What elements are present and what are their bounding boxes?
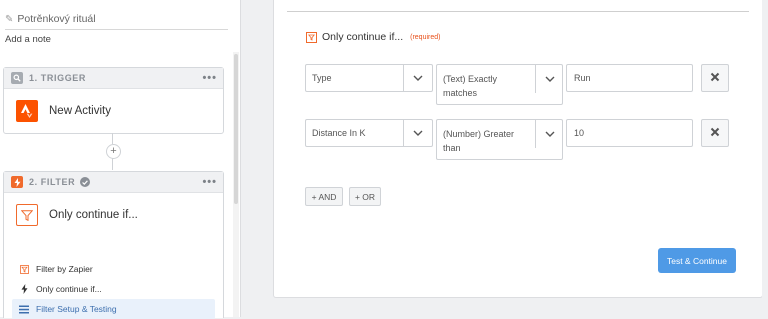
chevron-down-icon xyxy=(537,120,563,148)
trigger-search-icon xyxy=(11,72,23,84)
sidebar-scrollbar-thumb[interactable] xyxy=(234,54,238,204)
list-lines-icon xyxy=(18,305,30,314)
zap-editor-sidebar: ✎ Potrěnkový rituál Add a note 1. TRIGGE… xyxy=(0,0,241,319)
chevron-down-icon xyxy=(537,65,563,93)
add-and-condition-button[interactable]: + AND xyxy=(305,187,343,206)
trigger-more-options-button[interactable]: ••• xyxy=(202,72,217,84)
filter-funnel-icon xyxy=(16,204,38,226)
add-step-button[interactable]: + xyxy=(106,144,121,159)
select-divider xyxy=(403,120,404,146)
chevron-down-icon xyxy=(405,65,431,91)
remove-rule-button[interactable] xyxy=(701,119,729,147)
funnel-icon xyxy=(306,31,317,43)
filter-app-row[interactable]: Only continue if... xyxy=(4,193,223,237)
zap-name-field[interactable]: ✎ Potrěnkový rituál xyxy=(5,9,228,30)
test-and-continue-button[interactable]: Test & Continue xyxy=(658,248,736,273)
filter-step-header: 2. FILTER ••• xyxy=(4,172,223,193)
field-select-value: Distance In K xyxy=(312,128,366,138)
sub-item-label: Filter Setup & Testing xyxy=(36,304,117,314)
add-or-condition-button[interactable]: + OR xyxy=(349,187,381,206)
sub-item-label: Only continue if... xyxy=(36,284,102,294)
chevron-down-icon xyxy=(405,120,431,146)
required-label: (required) xyxy=(410,33,441,41)
close-icon xyxy=(710,69,720,87)
close-icon xyxy=(710,124,720,142)
step-connector-line xyxy=(112,133,113,144)
filter-step-card[interactable]: 2. FILTER ••• Only continue if... Filter… xyxy=(3,171,224,319)
remove-rule-button[interactable] xyxy=(701,64,729,92)
trigger-step-header: 1. TRIGGER ••• xyxy=(4,68,223,89)
pencil-icon: ✎ xyxy=(5,13,14,25)
sub-item-filter-setup-testing[interactable]: Filter Setup & Testing xyxy=(12,299,215,319)
filter-step-title: 2. FILTER xyxy=(29,177,76,187)
condition-select[interactable]: (Number) Greater than xyxy=(436,119,563,160)
trigger-step-title: 1. TRIGGER xyxy=(29,73,87,83)
panel-divider xyxy=(287,11,749,12)
trigger-app-label: New Activity xyxy=(49,105,111,117)
field-select[interactable]: Distance In K xyxy=(305,119,433,147)
sub-item-only-continue-if[interactable]: Only continue if... xyxy=(4,279,223,299)
small-funnel-icon xyxy=(18,264,30,274)
value-input[interactable]: 10 xyxy=(566,119,693,147)
field-select-value: Type xyxy=(312,73,332,83)
filter-title-text: Only continue if... xyxy=(322,31,404,43)
add-note-link[interactable]: Add a note xyxy=(5,34,51,45)
sub-item-filter-by-zapier[interactable]: Filter by Zapier xyxy=(4,259,223,279)
select-divider xyxy=(535,65,536,93)
filter-lightning-icon xyxy=(11,176,23,188)
zap-name-text: Potrěnkový rituál xyxy=(17,13,96,25)
lightning-icon xyxy=(18,284,30,294)
filter-section-title: Only continue if... (required) xyxy=(306,31,440,43)
filter-more-options-button[interactable]: ••• xyxy=(202,176,217,188)
plus-icon: + xyxy=(110,145,117,157)
select-divider xyxy=(403,65,404,91)
filter-app-label: Only continue if... xyxy=(49,209,138,221)
field-select[interactable]: Type xyxy=(305,64,433,92)
strava-logo-icon xyxy=(16,100,38,122)
filter-setup-panel: Only continue if... (required) Type (Tex… xyxy=(273,0,763,298)
trigger-app-row[interactable]: New Activity xyxy=(4,89,223,133)
step-connector-line xyxy=(112,158,113,170)
condition-select-value: (Text) Exactly matches xyxy=(443,74,498,98)
page-gutter xyxy=(762,0,768,317)
select-divider xyxy=(535,120,536,148)
value-input[interactable]: Run xyxy=(566,64,693,92)
sub-item-label: Filter by Zapier xyxy=(36,264,93,274)
condition-select[interactable]: (Text) Exactly matches xyxy=(436,64,563,105)
condition-select-value: (Number) Greater than xyxy=(443,129,515,153)
trigger-step-card[interactable]: 1. TRIGGER ••• New Activity xyxy=(3,67,224,134)
check-icon xyxy=(80,177,91,187)
